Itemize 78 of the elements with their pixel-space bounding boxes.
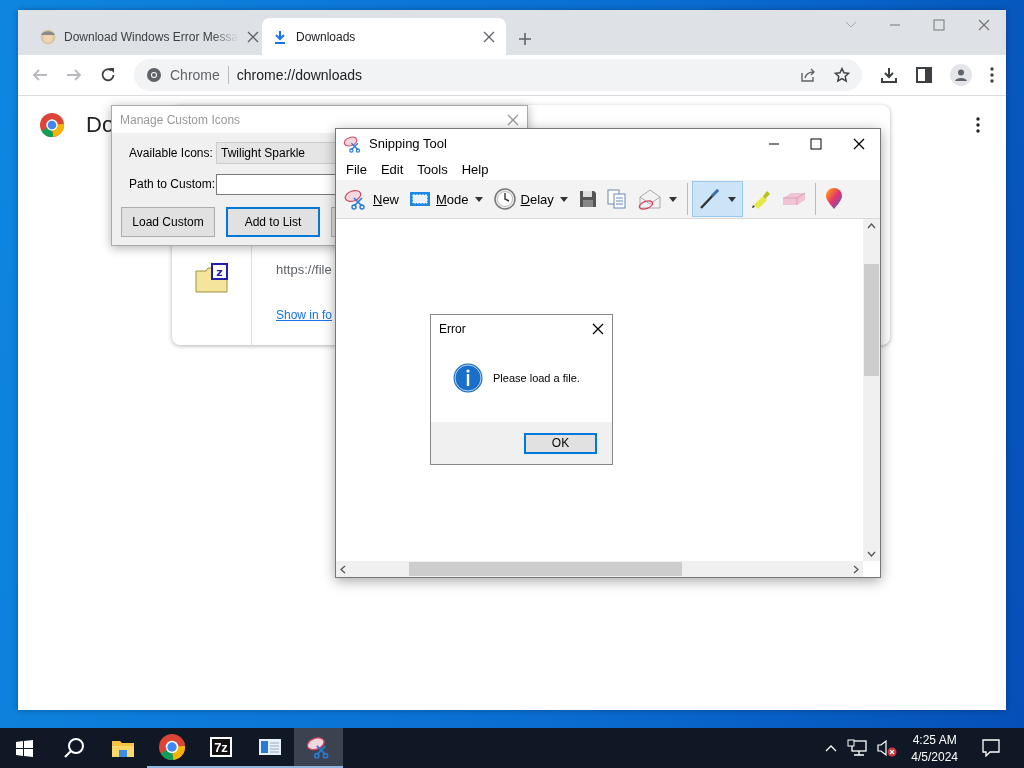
reload-icon[interactable] (100, 67, 116, 83)
field-label: Path to Custom: (129, 177, 216, 191)
caret-up-icon[interactable] (825, 744, 838, 752)
download-url: https://file (276, 262, 333, 277)
field-label: Available Icons: (129, 146, 214, 160)
close-icon[interactable] (852, 137, 865, 150)
scroll-right-icon[interactable] (853, 564, 859, 574)
download-icon (272, 28, 288, 45)
scrollbar-thumb[interactable] (409, 562, 682, 576)
start-icon (16, 739, 33, 757)
close-icon[interactable] (482, 29, 496, 44)
tool-button[interactable] (691, 181, 743, 217)
taskbar-app[interactable] (294, 728, 343, 768)
notification-icon[interactable] (982, 739, 1000, 757)
ok-button[interactable]: OK (524, 432, 597, 454)
info-icon (453, 363, 483, 393)
dialog-button[interactable]: Add to List (226, 207, 320, 237)
scissors-icon (343, 134, 363, 153)
vertical-scrollbar[interactable] (863, 219, 880, 561)
menu-item[interactable]: File (339, 161, 374, 177)
dialog-title: Error (439, 321, 466, 336)
browser-icon[interactable] (158, 734, 185, 760)
archive-app-icon[interactable]: 7z (209, 737, 232, 757)
error-message: Please load a file. (493, 372, 580, 384)
clock[interactable]: 4:25 AM 4/5/2024 (911, 732, 958, 764)
scissors-icon (344, 188, 368, 210)
clock-icon (493, 188, 516, 210)
search-icon (62, 737, 85, 759)
share-icon[interactable] (800, 67, 816, 83)
screen-mode-icon (409, 191, 431, 207)
folder-icon[interactable] (110, 738, 135, 758)
site-label: Chrome (170, 67, 220, 83)
icon-dropdown[interactable]: Twilight Sparkle (216, 142, 335, 164)
caret-icon[interactable] (558, 195, 569, 203)
pen-icon (697, 187, 722, 211)
star-icon[interactable] (834, 67, 850, 83)
path-input-field[interactable] (216, 173, 335, 195)
network-icon[interactable] (847, 739, 868, 757)
maximize-icon[interactable] (810, 137, 822, 150)
menu-icon[interactable] (976, 117, 980, 133)
volume-muted-icon[interactable] (877, 739, 898, 757)
show-in-folder-link[interactable]: Show in fo (276, 308, 333, 322)
horizontal-scrollbar[interactable] (336, 561, 863, 577)
dialog-title: Manage Custom Icons (120, 112, 241, 127)
browser-logo-icon (146, 67, 162, 83)
scroll-up-icon[interactable] (867, 223, 876, 229)
window-title: Snipping Tool (369, 136, 447, 151)
toolbar-button[interactable]: New (339, 181, 404, 217)
profile-icon[interactable] (950, 64, 972, 86)
toolbar-button[interactable]: Delay (488, 181, 574, 217)
window-app-icon[interactable] (257, 737, 282, 757)
close-icon[interactable] (591, 322, 604, 335)
address-bar[interactable]: Chrome chrome://downloads (134, 59, 862, 91)
side-panel-icon[interactable] (916, 67, 932, 83)
url-text: chrome://downloads (236, 67, 363, 83)
scrollbar-thumb[interactable] (864, 264, 879, 376)
scroll-left-icon[interactable] (340, 564, 346, 574)
toolbar-button[interactable]: Mode (404, 181, 489, 217)
eraser-icon (781, 191, 806, 207)
envelope-icon (636, 188, 663, 210)
download-icon[interactable] (880, 66, 898, 84)
menu-item[interactable]: Tools (410, 161, 455, 177)
scroll-down-icon[interactable] (867, 551, 876, 557)
logo-icon (40, 113, 64, 137)
menu-item[interactable]: Edit (373, 161, 411, 177)
caret-icon[interactable] (473, 195, 484, 203)
menu-item[interactable]: Help (454, 161, 496, 177)
caret-icon[interactable] (726, 195, 737, 203)
caret-icon[interactable] (667, 195, 678, 203)
browser-tab[interactable]: Downloads (262, 18, 506, 55)
dialog-button[interactable]: Load Custom (121, 207, 215, 237)
taskbar-app[interactable]: 7z (196, 728, 245, 768)
save-icon (578, 190, 597, 208)
menu-icon[interactable] (990, 67, 994, 83)
site-icon (40, 28, 56, 45)
new-tab-icon[interactable] (518, 32, 532, 46)
copy-icon (606, 189, 627, 209)
paint-drop-icon (824, 188, 843, 210)
